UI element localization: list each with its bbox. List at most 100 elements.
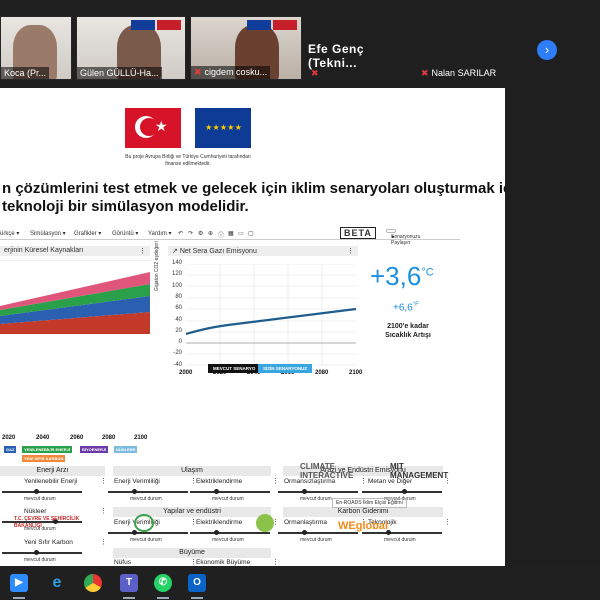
y-tick: 0 (178, 339, 182, 346)
your-scenario-button[interactable]: SİZİN SENARYONUZ (258, 364, 313, 373)
slider-track[interactable] (190, 489, 270, 494)
slider-handle[interactable] (214, 489, 219, 494)
slider-label: Enerji Verimliliği (114, 478, 160, 485)
y-tick: 60 (175, 305, 182, 312)
info-icon[interactable]: ⓘ (218, 230, 224, 239)
turkey-flag-icon (157, 20, 181, 30)
x-tick: 2000 (179, 370, 193, 376)
slider-label: Ormanlaştırma (284, 519, 327, 526)
slider-status: mevcut durum (384, 537, 416, 543)
participant-tile[interactable]: ✖ Nalan SARILAR (418, 16, 530, 80)
slider-label: Elektriklendirme (196, 519, 243, 526)
participant-strip: Koca (Pr... Gülen GÜLLÜ-Ha... ✖ cigdem co… (0, 0, 600, 84)
slider-handle[interactable] (34, 550, 39, 555)
more-icon[interactable]: ⋮ (272, 558, 279, 566)
slider-track[interactable] (362, 530, 442, 535)
y-tick: 100 (171, 282, 182, 289)
slider-handle[interactable] (302, 489, 307, 494)
outlook-icon[interactable]: O (188, 574, 206, 592)
slider-handle[interactable] (34, 489, 39, 494)
more-icon[interactable]: ⋮ (272, 477, 279, 485)
legend-item[interactable]: YENİLENEBİLİR ENERJİ (22, 446, 73, 453)
x-tick: 2060 (70, 435, 84, 441)
undo-icon[interactable]: ↶ (178, 230, 183, 237)
mic-muted-icon: ✖ (194, 67, 202, 77)
y-tick: 140 (171, 260, 182, 266)
slider-handle[interactable] (132, 489, 137, 494)
teams-icon[interactable]: T (120, 574, 138, 592)
turkey-flag-icon (273, 20, 297, 30)
slider-status: mevcut durum (130, 496, 162, 502)
current-scenario-button[interactable]: MEVCUT SENARYO (208, 364, 261, 373)
more-icon[interactable]: ⋮ (100, 477, 107, 485)
x-tick: 2040 (36, 435, 50, 441)
whatsapp-icon[interactable]: ✆ (154, 574, 172, 592)
slide-headline: n çözümlerini test etmek ve gelecek için… (2, 180, 505, 216)
more-icon[interactable]: ⋮ (100, 507, 107, 515)
menu-view[interactable]: Görüntü ▾ (112, 230, 138, 237)
slider-handle[interactable] (214, 530, 219, 535)
legend-item[interactable]: BİYOENERJİ (80, 446, 109, 453)
beta-badge: BETA (340, 227, 376, 239)
participant-name: Efe Genç (Tekni... (308, 42, 365, 70)
next-participants-button[interactable]: › (537, 40, 557, 60)
participant-name: cigdem cosku... (204, 67, 268, 77)
x-tick: 2100 (349, 370, 363, 376)
section-removal: Karbon Giderimi (283, 507, 443, 517)
slider-track[interactable] (278, 530, 358, 535)
participant-tile[interactable]: Efe Genç (Tekni... ✖ (304, 16, 416, 80)
slider-handle[interactable] (302, 530, 307, 535)
slider-track[interactable] (362, 489, 442, 494)
slider-label: Ekonomik Büyüme (196, 559, 251, 566)
share-scenario-button[interactable]: ● Senaryonuzu Paylaşın (386, 229, 420, 246)
legend-item[interactable]: YENİ SIFIR KARBON (22, 455, 66, 462)
menu-help[interactable]: Yardım ▾ (148, 230, 172, 237)
slider-track[interactable] (108, 530, 188, 535)
chart-title: Net Sera Gazı Emisyonu (179, 248, 257, 255)
box-icon[interactable]: ▢ (248, 230, 254, 237)
zoom-icon[interactable]: ▶ (10, 574, 28, 592)
layout-icon[interactable]: ▭ (238, 230, 244, 237)
participant-tile[interactable]: Gülen GÜLLÜ-Ha... (76, 16, 186, 80)
weglobal-logo: WEglobal (338, 520, 389, 532)
menu-graphs[interactable]: Grafikler ▾ (74, 230, 101, 237)
menu-simulation[interactable]: Simülasyon ▾ (30, 230, 66, 237)
ministry-logo: T.C. ÇEVRE VE ŞEHİRCİLİK BAKANLIĞI (14, 516, 80, 529)
y-tick: -40 (173, 361, 182, 368)
slider-track[interactable] (190, 530, 270, 535)
slider-label: Elektriklendirme (196, 478, 243, 485)
taskbar: ▶ e T ✆ O (0, 566, 600, 600)
climate-interactive-logo: CLIMATE INTERACTIVE (300, 462, 354, 480)
more-icon[interactable]: ⋮ (444, 518, 451, 526)
temperature-fahrenheit: +6,6°F (393, 302, 419, 314)
edge-icon[interactable]: e (48, 574, 66, 592)
slider-label: Yenilenebilir Enerji (24, 478, 78, 485)
slider-track[interactable] (278, 489, 358, 494)
participant-name: Koca (Pr... (1, 67, 50, 79)
headline-line: teknoloji bir simülasyon modelidir. (2, 198, 249, 215)
participant-tile[interactable]: ✖ cigdem cosku... (190, 16, 302, 80)
more-icon[interactable]: ⋮ (100, 538, 107, 546)
slider-track[interactable] (108, 489, 188, 494)
legend-item[interactable]: NÜKLEER (114, 446, 138, 453)
slider-handle[interactable] (402, 489, 407, 494)
zoom-icon[interactable]: ⊕ (208, 230, 213, 237)
tree-logo-icon (134, 514, 154, 532)
y-tick: 120 (171, 271, 182, 278)
slider-status: mevcut durum (300, 537, 332, 543)
grid-icon[interactable]: ▦ (228, 230, 234, 237)
settings-icon[interactable]: ⚙ (198, 230, 203, 237)
slider-track[interactable] (2, 489, 82, 494)
slider-handle[interactable] (132, 530, 137, 535)
chrome-icon[interactable] (84, 574, 102, 592)
en-roads-training-button[interactable]: En-ROADS İklim Elçisi Eğitimi (332, 498, 407, 508)
more-icon[interactable]: ⋮ (139, 247, 146, 255)
menu-language[interactable]: ürkçe ▾ (0, 230, 19, 237)
more-icon[interactable]: ⋮ (360, 477, 367, 485)
participant-tile[interactable]: Koca (Pr... (0, 16, 72, 80)
legend-item[interactable]: GAZ (4, 446, 17, 453)
slider-track[interactable] (2, 550, 82, 555)
more-icon[interactable]: ⋮ (347, 247, 354, 255)
active-indicator (157, 597, 169, 599)
redo-icon[interactable]: ↷ (188, 230, 193, 237)
